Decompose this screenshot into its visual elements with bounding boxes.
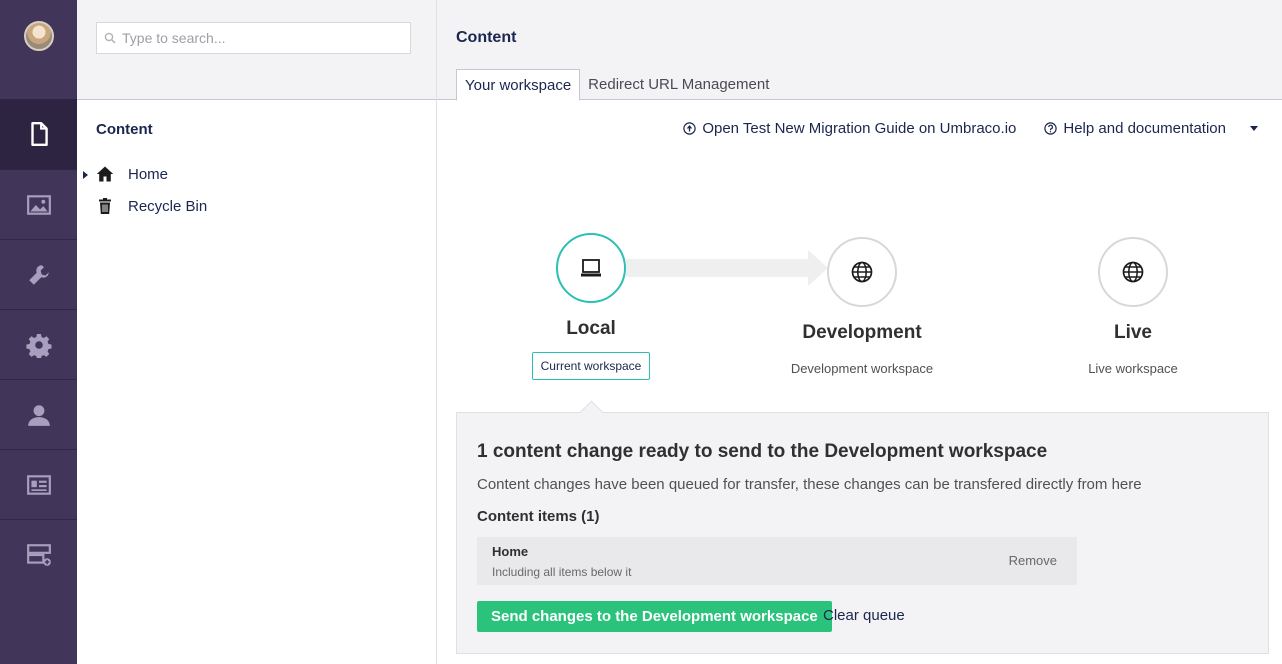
- page-title: Content: [456, 29, 517, 46]
- wrench-icon: [28, 264, 49, 285]
- tree-node-label: Home: [128, 165, 169, 183]
- section-developer[interactable]: [0, 309, 77, 379]
- section-settings[interactable]: [0, 239, 77, 309]
- section-forms[interactable]: [0, 519, 77, 589]
- workspace-subtitle: Development workspace: [790, 361, 934, 376]
- queue-item-title: Home: [492, 544, 529, 559]
- trash-icon: [99, 198, 111, 214]
- search-input[interactable]: [122, 30, 392, 46]
- migration-guide-link[interactable]: Open Test New Migration Guide on Umbraco…: [683, 120, 1016, 137]
- queue-item-row: Home Including all items below it Remove: [477, 537, 1077, 585]
- queue-item-subtitle: Including all items below it: [492, 565, 632, 579]
- section-members[interactable]: [0, 449, 77, 519]
- main-header: Content Your workspace Redirect URL Mana…: [437, 0, 1282, 101]
- current-workspace-badge: Current workspace: [531, 352, 651, 380]
- section-media[interactable]: [0, 169, 77, 239]
- workspace-development-circle: [827, 237, 897, 307]
- question-circle-icon: [1044, 122, 1058, 135]
- workspace-name: Local: [566, 318, 616, 339]
- info-circle-icon: [683, 122, 697, 135]
- workspace-local: Local Current workspace: [491, 233, 691, 380]
- user-icon: [27, 404, 50, 426]
- forms-icon: [26, 543, 51, 566]
- tree-search-area: [77, 0, 436, 100]
- tree-list: Home Recycle Bin: [77, 158, 436, 222]
- tab-your-workspace[interactable]: Your workspace: [456, 69, 581, 101]
- id-card-icon: [26, 474, 51, 495]
- workspace-name: Live: [1113, 322, 1153, 343]
- workspace-development: Development Development workspace: [762, 237, 962, 376]
- help-link[interactable]: Help and documentation: [1044, 120, 1226, 137]
- image-icon: [26, 194, 51, 215]
- search-icon: [104, 32, 116, 44]
- remove-item-button[interactable]: Remove: [1009, 553, 1057, 568]
- queue-items-heading: Content items (1): [477, 508, 600, 525]
- section-users[interactable]: [0, 379, 77, 449]
- user-avatar[interactable]: [23, 21, 54, 51]
- migration-guide-label: Open Test New Migration Guide on Umbraco…: [702, 120, 1017, 137]
- workspace-local-circle: [556, 233, 626, 303]
- laptop-icon: [581, 259, 601, 277]
- queue-heading: 1 content change ready to send to the De…: [477, 441, 1048, 462]
- gear-icon: [25, 333, 52, 358]
- help-label: Help and documentation: [1063, 120, 1226, 137]
- tab-bar: Your workspace Redirect URL Management: [456, 69, 777, 101]
- tab-redirect-url-management[interactable]: Redirect URL Management: [580, 69, 777, 100]
- document-icon: [30, 121, 48, 147]
- tree-root-label[interactable]: Content: [77, 100, 436, 138]
- home-icon: [96, 166, 114, 182]
- workspace-live-circle: [1098, 237, 1168, 307]
- dashboard-toolbar: Open Test New Migration Guide on Umbraco…: [683, 120, 1258, 137]
- send-changes-button[interactable]: Send changes to the Development workspac…: [477, 601, 832, 632]
- tree-node-home[interactable]: Home: [77, 158, 436, 190]
- expand-caret-icon[interactable]: [83, 171, 88, 179]
- help-dropdown-caret-icon[interactable]: [1250, 126, 1258, 131]
- clear-queue-button[interactable]: Clear queue: [823, 607, 905, 624]
- workspace-subtitle: Live workspace: [1088, 361, 1178, 376]
- user-area: [0, 0, 77, 99]
- transfer-queue-panel: 1 content change ready to send to the De…: [456, 412, 1269, 654]
- workspace-name: Development: [802, 322, 922, 343]
- queue-description: Content changes have been queued for tra…: [477, 476, 1142, 493]
- workspace-live: Live Live workspace: [1033, 237, 1233, 376]
- globe-icon: [851, 261, 873, 283]
- tree-node-label: Recycle Bin: [128, 197, 208, 215]
- search-box[interactable]: [96, 22, 411, 54]
- section-rail: [0, 0, 77, 664]
- content-tree-panel: Content Home Recycle Bin: [77, 0, 437, 664]
- globe-icon: [1122, 261, 1144, 283]
- tree-node-recycle-bin[interactable]: Recycle Bin: [77, 190, 436, 222]
- section-content[interactable]: [0, 99, 77, 169]
